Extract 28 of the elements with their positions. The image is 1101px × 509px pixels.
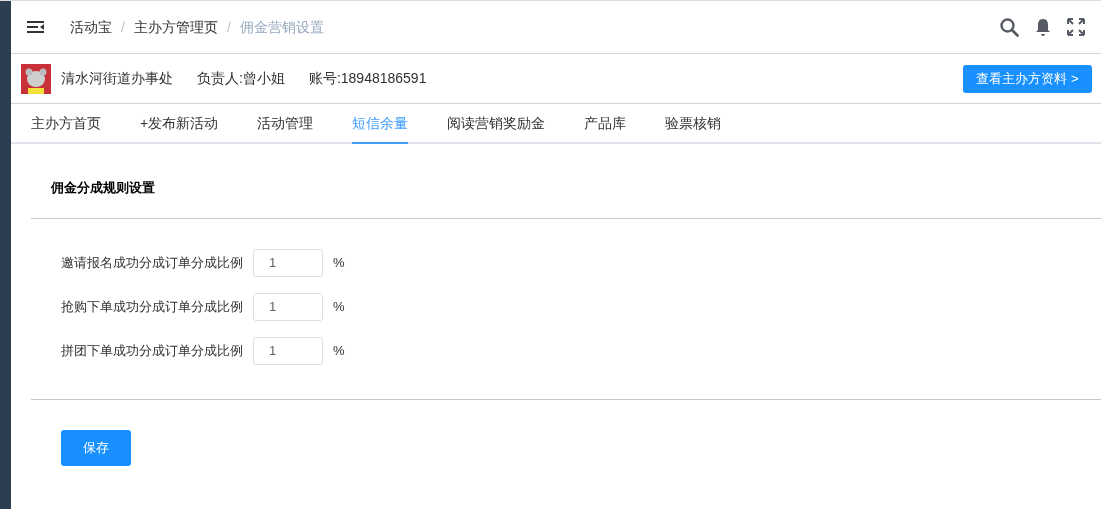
- breadcrumb-link[interactable]: 主办方管理页: [133, 16, 218, 38]
- breadcrumb-separator: /: [121, 17, 125, 37]
- nav-tab[interactable]: 产品库: [584, 104, 627, 144]
- breadcrumb-link[interactable]: 活动宝: [70, 16, 112, 38]
- section-title: 佣金分成规则设置: [51, 179, 156, 197]
- nav-tab[interactable]: 活动管理: [257, 104, 314, 144]
- breadcrumb-current: 佣金营销设置: [239, 17, 324, 37]
- nav-tab[interactable]: 主办方首页: [31, 104, 101, 144]
- nav-tab[interactable]: 阅读营销奖励金: [447, 104, 546, 144]
- ratio-input[interactable]: 1: [253, 336, 323, 365]
- ratio-input[interactable]: 1: [253, 248, 323, 277]
- contact-person: 负责人:曾小姐: [197, 69, 285, 88]
- percent-unit: %: [333, 253, 345, 272]
- fullscreen-icon[interactable]: [1067, 18, 1085, 36]
- organizer-name: 清水河街道办事处: [61, 69, 173, 88]
- percent-unit: %: [333, 341, 345, 360]
- ratio-input[interactable]: 1: [253, 292, 323, 321]
- percent-unit: %: [333, 297, 345, 316]
- nav-tab[interactable]: +发布新活动: [140, 104, 219, 144]
- field-label: 邀请报名成功分成订单分成比例: [61, 253, 243, 272]
- field-label: 拼团下单成功分成订单分成比例: [61, 341, 243, 360]
- bell-icon[interactable]: [1035, 17, 1051, 37]
- search-icon[interactable]: [1000, 17, 1019, 37]
- nav-tab[interactable]: 验票核销: [665, 104, 722, 144]
- field-label: 抢购下单成功分成订单分成比例: [61, 297, 243, 316]
- breadcrumb-separator: /: [226, 17, 231, 37]
- menu-icon[interactable]: [27, 20, 45, 34]
- account-number: 账号:18948186591: [308, 69, 427, 88]
